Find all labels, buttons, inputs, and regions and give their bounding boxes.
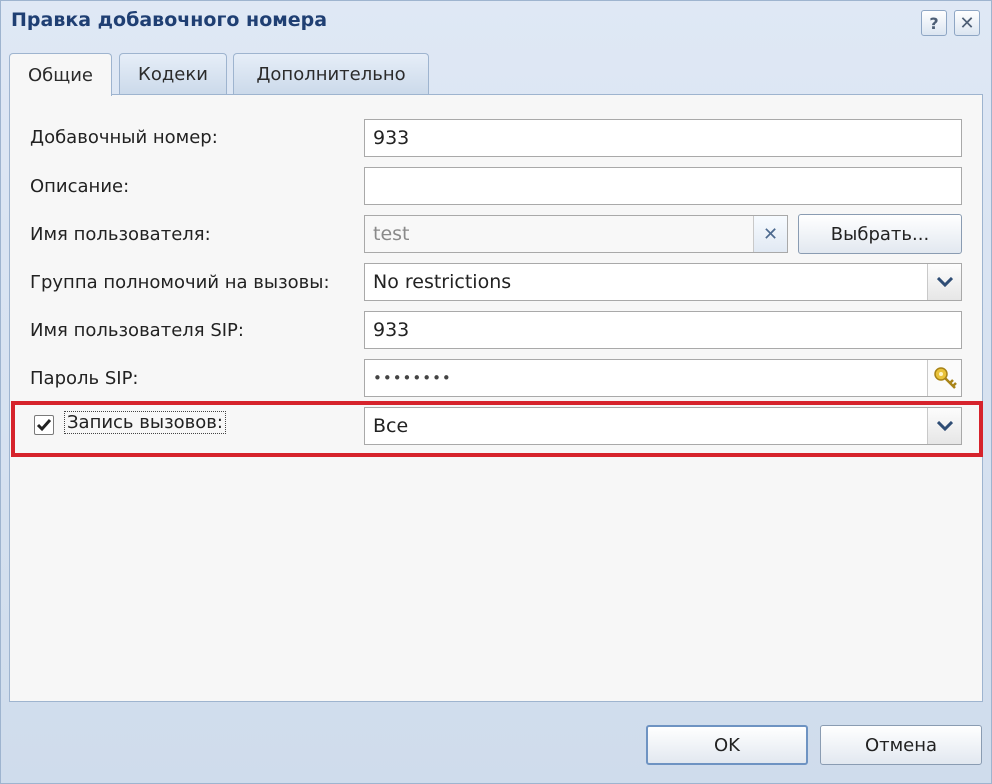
call-recording-dropdown-arrow[interactable] — [927, 408, 961, 444]
close-button[interactable]: ✕ — [954, 10, 980, 36]
sip-username-label: Имя пользователя SIP: — [30, 320, 244, 341]
edit-extension-dialog: Правка добавочного номера ? ✕ Общие Коде… — [0, 0, 992, 784]
username-label: Имя пользователя: — [30, 224, 211, 245]
checkmark-icon — [36, 419, 52, 432]
close-icon: ✕ — [959, 12, 975, 34]
chevron-down-icon — [936, 421, 953, 431]
tab-advanced[interactable]: Дополнительно — [233, 53, 429, 95]
call-permissions-dropdown-arrow[interactable] — [927, 264, 961, 300]
sip-password-label: Пароль SIP: — [30, 368, 139, 389]
description-label: Описание: — [30, 176, 130, 197]
sip-username-value: 933 — [373, 319, 410, 341]
title-bar: Правка добавочного номера ? ✕ — [1, 1, 991, 45]
call-permissions-select[interactable]: No restrictions — [364, 263, 962, 301]
call-permissions-value: No restrictions — [373, 271, 512, 293]
extension-field[interactable]: 933 — [364, 119, 962, 157]
sip-username-field[interactable]: 933 — [364, 311, 962, 349]
cancel-button[interactable]: Отмена — [820, 725, 982, 765]
dialog-title: Правка добавочного номера — [11, 9, 328, 31]
extension-label: Добавочный номер: — [30, 127, 218, 148]
extension-value: 933 — [373, 127, 410, 149]
call-permissions-label: Группа полномочий на вызовы: — [30, 272, 330, 293]
chevron-down-icon — [936, 277, 953, 287]
call-recording-label: Запись вызовов: — [64, 411, 226, 434]
username-field[interactable]: test ✕ — [364, 215, 788, 253]
call-recording-select[interactable]: Все — [364, 407, 962, 445]
choose-user-button[interactable]: Выбрать... — [798, 214, 962, 254]
sip-password-field[interactable]: •••••••• — [364, 359, 962, 397]
generate-password-button[interactable] — [927, 360, 961, 396]
clear-username-button[interactable]: ✕ — [753, 216, 787, 252]
call-recording-checkbox[interactable] — [34, 415, 54, 435]
tab-codecs[interactable]: Кодеки — [119, 53, 227, 95]
ok-button[interactable]: OK — [646, 725, 808, 765]
help-icon: ? — [929, 13, 939, 33]
call-recording-value: Все — [373, 415, 409, 437]
key-icon — [933, 367, 957, 389]
help-button[interactable]: ? — [921, 10, 947, 36]
clear-icon: ✕ — [762, 223, 779, 245]
sip-password-value: •••••••• — [373, 369, 452, 387]
tab-general[interactable]: Общие — [9, 53, 112, 96]
general-tab-panel: Добавочный номер: 933 Описание: Имя поль… — [9, 94, 983, 702]
description-field[interactable] — [364, 167, 962, 205]
username-value: test — [373, 223, 410, 245]
